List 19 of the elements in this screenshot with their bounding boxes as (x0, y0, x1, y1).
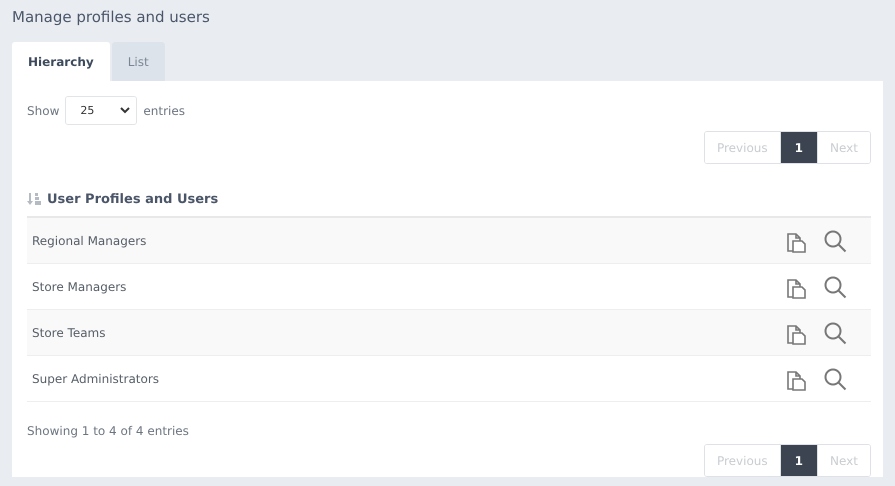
search-icon[interactable] (823, 274, 847, 298)
table-cell-text: Store Managers (32, 280, 128, 294)
tab[interactable]: Hierarchy (12, 42, 110, 81)
search-icon[interactable] (823, 366, 847, 390)
search-icon[interactable] (823, 320, 847, 344)
table-info: Showing 1 to 4 of 4 entries (27, 424, 190, 438)
table-heading: User Profiles and Users (47, 192, 218, 206)
table-cell-text: Store Teams (32, 326, 106, 340)
entries-select[interactable]: 25 (65, 96, 138, 125)
entries-label: entries (143, 104, 185, 118)
table-cell-text: Regional Managers (32, 234, 148, 248)
page-title: Manage profiles and users (12, 7, 211, 28)
table-cell-text: Super Administrators (32, 372, 160, 386)
chevron-icon (120, 107, 130, 114)
show-label: Show (27, 104, 60, 118)
tab[interactable]: List (112, 42, 165, 81)
pagination-button[interactable]: 1 (780, 132, 818, 163)
pagination-button[interactable]: 1 (780, 445, 818, 476)
search-icon[interactable] (823, 228, 847, 252)
